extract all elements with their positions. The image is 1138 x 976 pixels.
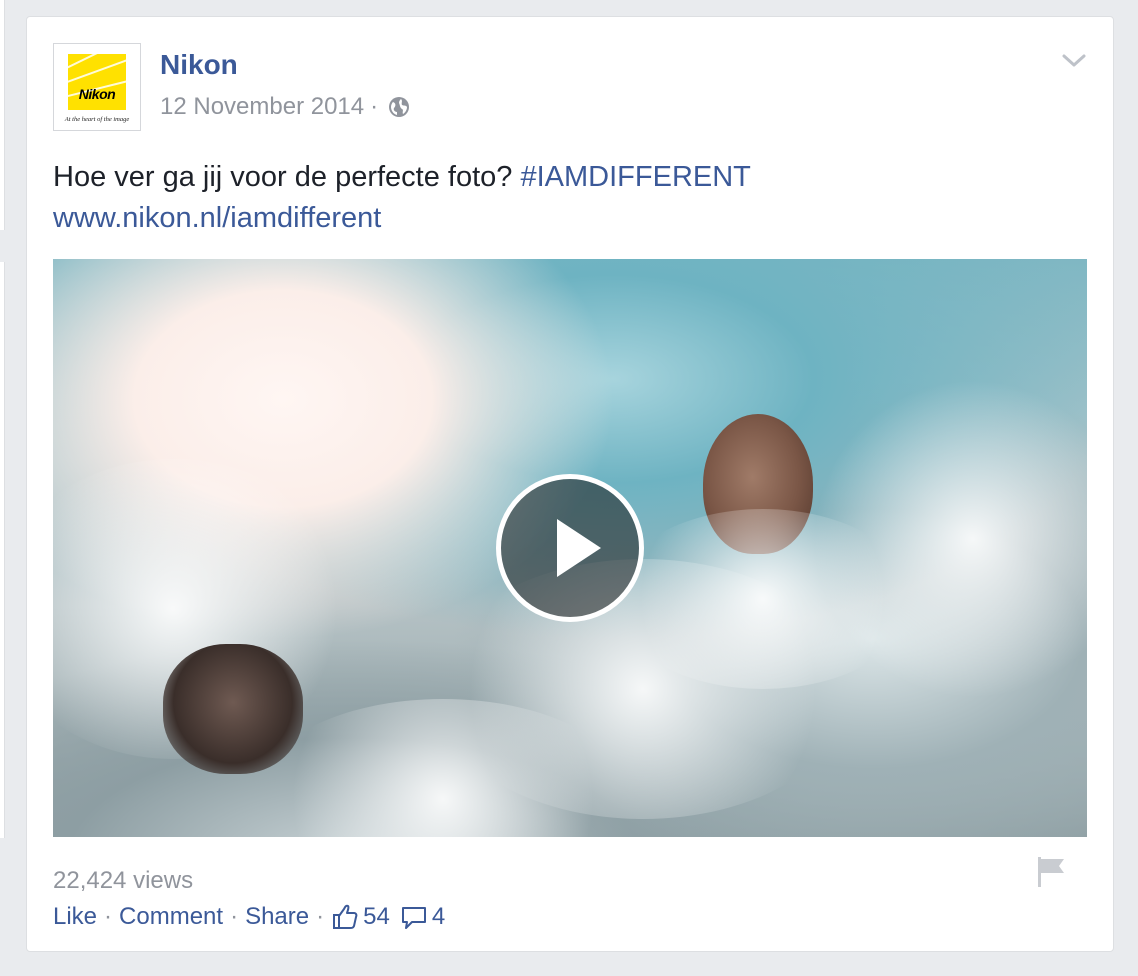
flag-icon[interactable] [1035,855,1067,889]
speech-bubble-icon[interactable] [400,903,428,931]
video-frame-detail [613,509,913,689]
hashtag-link[interactable]: #IAMDIFFERENT [520,161,750,193]
logo-tagline: At the heart of the image [64,116,130,123]
action-separator: · [230,903,239,930]
video-player[interactable] [53,259,1087,837]
comment-link[interactable]: Comment [119,903,223,931]
page-avatar[interactable]: Nikon At the heart of the image [53,43,141,131]
view-count: 22,424 views [53,867,194,894]
sidebar-fragment [0,262,5,838]
logo-wordmark: Nikon [78,86,116,102]
like-count[interactable]: 54 [363,903,390,931]
post-actions: Like · Comment · Share · 54 4 [53,903,445,931]
post-message: Hoe ver ga jij voor de perfecte foto? [53,161,521,193]
post-meta: 12 November 2014 · [160,93,410,121]
meta-separator: · [370,93,379,120]
video-frame-detail [163,644,303,774]
post-card: Nikon At the heart of the image Nikon 12… [26,16,1114,952]
post-date[interactable]: 12 November 2014 [160,93,364,121]
action-separator: · [316,903,325,930]
globe-icon[interactable] [388,96,410,118]
post-text: Hoe ver ga jij voor de perfecte foto? #I… [53,157,1093,239]
play-button[interactable] [496,474,644,622]
share-link[interactable]: Share [245,903,309,931]
external-link[interactable]: www.nikon.nl/iamdifferent [53,202,381,234]
background-edge [0,0,6,976]
play-icon [557,519,601,577]
comment-count[interactable]: 4 [432,903,445,931]
chevron-down-icon[interactable] [1061,51,1087,71]
like-link[interactable]: Like [53,903,97,931]
sidebar-fragment [0,0,5,230]
action-separator: · [104,903,113,930]
page-name-link[interactable]: Nikon [160,49,238,81]
nikon-logo: Nikon [68,54,126,110]
thumbs-up-icon[interactable] [331,903,359,931]
